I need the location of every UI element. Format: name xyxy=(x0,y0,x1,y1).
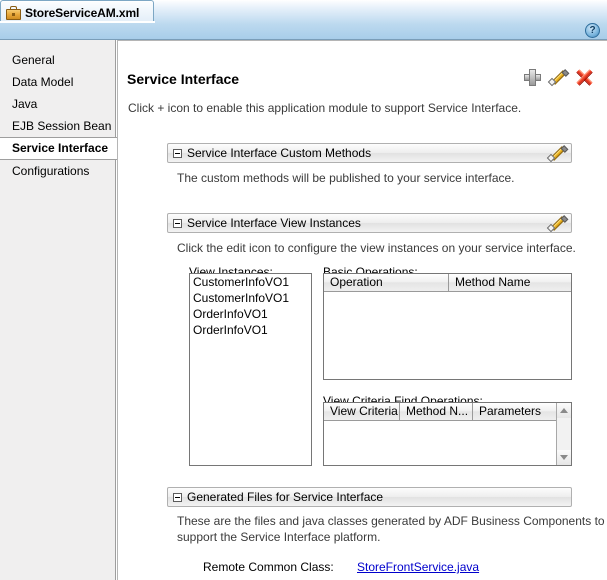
column-header-method-name[interactable]: Method Name xyxy=(449,274,571,292)
section-description-generated-files-line2: support the Service Interface platform. xyxy=(177,530,381,544)
table-header-row: Operation Method Name xyxy=(324,274,571,292)
section-header-custom-methods[interactable]: Service Interface Custom Methods xyxy=(167,143,572,163)
add-icon[interactable] xyxy=(524,69,541,86)
column-header-view-criteria[interactable]: View Criteria xyxy=(324,403,400,421)
basic-operations-table[interactable]: Operation Method Name xyxy=(323,273,572,380)
sidebar-item-service-interface[interactable]: Service Interface xyxy=(0,137,117,160)
section-description-view-instances: Click the edit icon to configure the vie… xyxy=(177,241,576,255)
column-header-operation[interactable]: Operation xyxy=(324,274,449,292)
list-item[interactable]: OrderInfoVO1 xyxy=(190,322,311,338)
section-description-custom-methods: The custom methods will be published to … xyxy=(177,171,515,185)
content-pane: Service Interface Click + icon to enable… xyxy=(116,40,607,580)
column-header-parameters[interactable]: Parameters xyxy=(473,403,556,421)
page-toolbar xyxy=(524,69,593,87)
list-item[interactable]: CustomerInfoVO1 xyxy=(190,274,311,290)
list-item[interactable]: OrderInfoVO1 xyxy=(190,306,311,322)
page-title: Service Interface xyxy=(127,71,240,87)
sidebar-item-configurations[interactable]: Configurations xyxy=(0,160,115,182)
list-item[interactable]: CustomerInfoVO1 xyxy=(190,290,311,306)
remote-common-class-link[interactable]: StoreFrontService.java xyxy=(357,560,479,574)
vertical-scrollbar[interactable] xyxy=(556,403,571,465)
sidebar-item-java[interactable]: Java xyxy=(0,93,115,115)
section-title: Generated Files for Service Interface xyxy=(187,490,384,504)
help-icon[interactable]: ? xyxy=(585,23,600,38)
section-description-generated-files-line1: These are the files and java classes gen… xyxy=(177,514,605,528)
sidebar-item-ejb-session-bean[interactable]: EJB Session Bean xyxy=(0,115,115,137)
view-criteria-find-operations-table[interactable]: View Criteria Method N... Parameters xyxy=(323,402,572,466)
delete-icon[interactable] xyxy=(576,69,593,86)
section-title: Service Interface View Instances xyxy=(187,216,361,230)
tab-storeserviceam-xml[interactable]: StoreServiceAM.xml xyxy=(0,0,155,22)
page-subtitle: Click + icon to enable this application … xyxy=(128,101,522,115)
section-header-view-instances[interactable]: Service Interface View Instances xyxy=(167,213,572,233)
table-body xyxy=(324,292,571,379)
edit-icon[interactable] xyxy=(546,215,569,233)
table-header-row: View Criteria Method N... Parameters xyxy=(324,403,571,421)
chevron-up-icon xyxy=(560,408,568,413)
application-window: StoreServiceAM.xml ? General Data Model … xyxy=(0,0,607,580)
collapse-toggle-icon[interactable] xyxy=(173,218,182,228)
chevron-down-icon xyxy=(560,455,568,460)
edit-icon[interactable] xyxy=(547,69,570,87)
section-header-generated-files[interactable]: Generated Files for Service Interface xyxy=(167,487,572,507)
collapse-toggle-icon[interactable] xyxy=(173,492,182,502)
help-strip: ? xyxy=(0,22,607,40)
content-inner: Service Interface Click + icon to enable… xyxy=(117,40,607,580)
collapse-toggle-icon[interactable] xyxy=(173,148,182,158)
sidebar-item-general[interactable]: General xyxy=(0,49,115,71)
edit-icon[interactable] xyxy=(546,145,569,163)
tab-label: StoreServiceAM.xml xyxy=(25,5,140,20)
scroll-down-button[interactable] xyxy=(557,450,571,465)
column-header-method-name[interactable]: Method N... xyxy=(400,403,473,421)
editor-tab-strip: StoreServiceAM.xml ? xyxy=(0,0,607,40)
scroll-up-button[interactable] xyxy=(557,403,571,418)
remote-common-class-label: Remote Common Class: xyxy=(203,560,334,574)
sidebar-item-data-model[interactable]: Data Model xyxy=(0,71,115,93)
view-instances-listbox[interactable]: CustomerInfoVO1 CustomerInfoVO1 OrderInf… xyxy=(189,273,312,466)
briefcase-icon xyxy=(6,5,21,20)
navigation-sidebar: General Data Model Java EJB Session Bean… xyxy=(0,40,117,580)
section-title: Service Interface Custom Methods xyxy=(187,146,372,160)
table-body xyxy=(324,421,571,465)
